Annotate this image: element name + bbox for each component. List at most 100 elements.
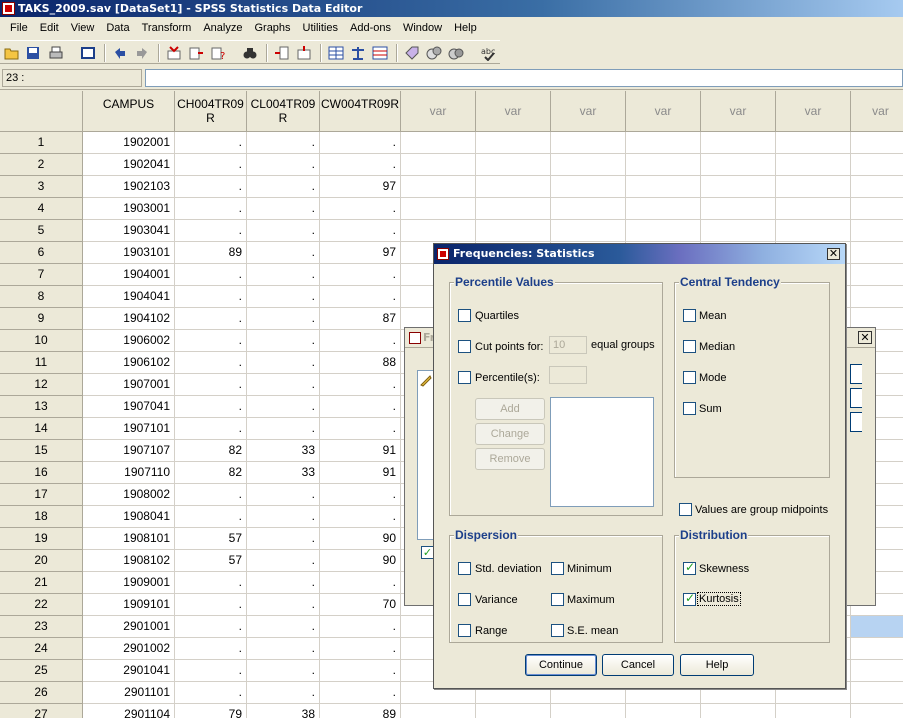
table-cell[interactable]: . bbox=[247, 286, 320, 308]
menu-edit[interactable]: Edit bbox=[34, 22, 65, 34]
table-cell[interactable]: 57 bbox=[175, 550, 247, 572]
row-header[interactable]: 16 bbox=[0, 462, 83, 484]
table-cell[interactable] bbox=[476, 176, 551, 198]
table-cell[interactable] bbox=[701, 132, 776, 154]
menu-add-ons[interactable]: Add-ons bbox=[344, 22, 397, 34]
table-cell[interactable] bbox=[476, 220, 551, 242]
minimum-checkbox[interactable] bbox=[551, 562, 564, 575]
table-cell[interactable]: . bbox=[247, 374, 320, 396]
empty-variable-header[interactable]: var bbox=[776, 91, 851, 132]
use-sets-icon[interactable] bbox=[426, 45, 442, 61]
select-cases-icon[interactable] bbox=[372, 45, 388, 61]
close-icon[interactable]: ✕ bbox=[827, 248, 840, 260]
table-cell[interactable] bbox=[851, 264, 903, 286]
table-cell[interactable]: . bbox=[175, 176, 247, 198]
row-header[interactable]: 10 bbox=[0, 330, 83, 352]
table-cell[interactable] bbox=[851, 682, 903, 704]
table-cell[interactable]: . bbox=[175, 484, 247, 506]
table-cell[interactable]: . bbox=[247, 660, 320, 682]
table-cell[interactable] bbox=[851, 176, 903, 198]
table-cell[interactable]: . bbox=[320, 374, 401, 396]
table-cell[interactable]: 89 bbox=[320, 704, 401, 718]
table-cell[interactable] bbox=[626, 220, 701, 242]
table-cell[interactable]: 38 bbox=[247, 704, 320, 718]
column-header[interactable]: CL004TR09 R bbox=[247, 91, 320, 132]
table-cell[interactable]: 1907101 bbox=[83, 418, 175, 440]
table-cell[interactable]: 1902041 bbox=[83, 154, 175, 176]
table-cell[interactable] bbox=[551, 220, 626, 242]
table-cell[interactable] bbox=[851, 220, 903, 242]
table-cell[interactable] bbox=[476, 704, 551, 718]
table-cell[interactable]: . bbox=[247, 264, 320, 286]
table-cell[interactable] bbox=[551, 154, 626, 176]
table-cell[interactable]: . bbox=[247, 396, 320, 418]
table-cell[interactable]: . bbox=[175, 198, 247, 220]
row-header[interactable]: 14 bbox=[0, 418, 83, 440]
row-header[interactable]: 26 bbox=[0, 682, 83, 704]
variables-icon[interactable]: ? bbox=[210, 45, 226, 61]
table-cell[interactable]: . bbox=[247, 242, 320, 264]
row-header[interactable]: 18 bbox=[0, 506, 83, 528]
se-mean-checkbox[interactable] bbox=[551, 624, 564, 637]
table-cell[interactable] bbox=[701, 154, 776, 176]
table-cell[interactable] bbox=[851, 660, 903, 682]
cell-value-editor[interactable] bbox=[145, 69, 903, 87]
table-cell[interactable] bbox=[851, 286, 903, 308]
table-cell[interactable]: . bbox=[175, 220, 247, 242]
group-midpoints-checkbox[interactable] bbox=[679, 503, 692, 516]
table-cell[interactable]: . bbox=[247, 176, 320, 198]
maximum-checkbox[interactable] bbox=[551, 593, 564, 606]
column-header[interactable]: CW004TR09R bbox=[320, 91, 401, 132]
quartiles-checkbox[interactable] bbox=[458, 309, 471, 322]
cut-points-checkbox[interactable] bbox=[458, 340, 471, 353]
table-cell[interactable]: . bbox=[247, 154, 320, 176]
table-cell[interactable]: 91 bbox=[320, 462, 401, 484]
row-header[interactable]: 5 bbox=[0, 220, 83, 242]
table-cell[interactable]: . bbox=[320, 264, 401, 286]
table-cell[interactable]: 82 bbox=[175, 462, 247, 484]
table-cell[interactable]: 1907041 bbox=[83, 396, 175, 418]
table-cell[interactable]: . bbox=[320, 220, 401, 242]
table-cell[interactable]: 91 bbox=[320, 440, 401, 462]
table-cell[interactable]: 2901001 bbox=[83, 616, 175, 638]
table-cell[interactable]: . bbox=[175, 132, 247, 154]
table-cell[interactable]: . bbox=[175, 286, 247, 308]
row-header[interactable]: 23 bbox=[0, 616, 83, 638]
row-header[interactable]: 12 bbox=[0, 374, 83, 396]
cut-points-input[interactable]: 10 bbox=[549, 336, 587, 354]
undo-icon[interactable] bbox=[112, 45, 128, 61]
show-all-variables-icon[interactable] bbox=[448, 45, 464, 61]
table-cell[interactable] bbox=[701, 176, 776, 198]
table-cell[interactable]: . bbox=[320, 396, 401, 418]
table-cell[interactable]: . bbox=[175, 616, 247, 638]
table-cell[interactable] bbox=[851, 242, 903, 264]
dialog-recall-icon[interactable] bbox=[80, 45, 96, 61]
percentiles-listbox[interactable] bbox=[550, 397, 654, 507]
table-cell[interactable]: 1908002 bbox=[83, 484, 175, 506]
row-header[interactable]: 9 bbox=[0, 308, 83, 330]
table-cell[interactable]: . bbox=[175, 594, 247, 616]
table-cell[interactable]: 88 bbox=[320, 352, 401, 374]
close-icon[interactable]: ✕ bbox=[858, 331, 872, 344]
table-cell[interactable]: . bbox=[247, 352, 320, 374]
table-cell[interactable]: . bbox=[247, 308, 320, 330]
skewness-checkbox[interactable] bbox=[683, 560, 696, 575]
table-cell[interactable]: . bbox=[247, 616, 320, 638]
insert-cases-icon[interactable] bbox=[274, 45, 290, 61]
row-header[interactable]: 20 bbox=[0, 550, 83, 572]
table-cell[interactable] bbox=[701, 220, 776, 242]
table-cell[interactable]: . bbox=[320, 638, 401, 660]
table-cell[interactable]: 1908041 bbox=[83, 506, 175, 528]
table-cell[interactable]: . bbox=[175, 396, 247, 418]
menu-transform[interactable]: Transform bbox=[136, 22, 198, 34]
row-header[interactable]: 25 bbox=[0, 660, 83, 682]
table-cell[interactable]: 97 bbox=[320, 242, 401, 264]
table-cell[interactable] bbox=[851, 154, 903, 176]
row-header[interactable]: 24 bbox=[0, 638, 83, 660]
table-cell[interactable] bbox=[401, 220, 476, 242]
table-cell[interactable] bbox=[476, 198, 551, 220]
paste-button-edge[interactable] bbox=[850, 388, 862, 408]
table-cell[interactable]: . bbox=[247, 638, 320, 660]
row-header[interactable]: 13 bbox=[0, 396, 83, 418]
mean-checkbox[interactable] bbox=[683, 309, 696, 322]
